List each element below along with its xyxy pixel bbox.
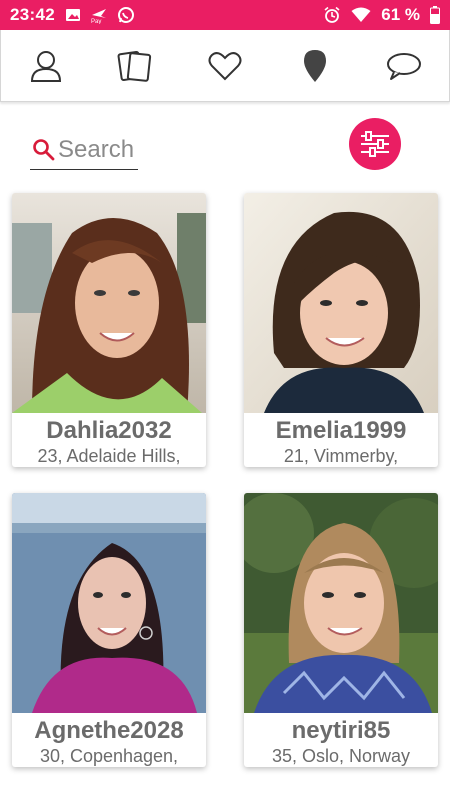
profile-name: neytiri85 [291,717,391,744]
battery-icon [430,6,440,24]
profile-photo [244,493,438,713]
profile-photo [244,193,438,413]
chat-bubble-icon [387,52,422,80]
image-icon [65,7,81,23]
profile-photo [12,193,206,413]
whatsapp-icon [117,6,135,24]
nav-messages-button[interactable] [374,36,434,96]
person-icon [30,50,61,82]
sliders-icon [361,131,389,157]
location-pin-icon [303,49,326,82]
profile-location: 21, Vimmerby, [283,446,399,466]
airline-pay-icon: Pay [89,6,109,24]
profile-location: 30, Copenhagen, [39,746,179,766]
cards-icon [117,50,152,82]
alarm-icon [323,6,341,24]
status-bar: 23:42 Pay 61 % [0,0,450,30]
filter-button[interactable] [349,118,401,170]
profile-location: 23, Adelaide Hills, [37,446,181,466]
status-time: 23:42 [10,5,55,24]
nav-favorites-button[interactable] [195,36,255,96]
heart-icon [208,51,242,80]
nav-profile-button[interactable] [16,36,76,96]
profile-card-dahlia[interactable]: Dahlia2032 23, Adelaide Hills, [12,193,206,467]
wifi-icon [351,7,371,23]
search-icon[interactable] [32,137,56,163]
profile-card-agnethe[interactable]: Agnethe2028 30, Copenhagen, [12,493,206,767]
profile-name: Dahlia2032 [46,417,172,444]
profile-card-neytiri[interactable]: neytiri85 35, Oslo, Norway [244,493,438,767]
profile-card-emelia[interactable]: Emelia1999 21, Vimmerby, [244,193,438,467]
nav-location-button[interactable] [285,36,345,96]
status-left-icons: Pay [65,6,135,24]
svg-text:Pay: Pay [91,19,101,24]
profile-photo [12,493,206,713]
nav-cards-button[interactable] [105,36,165,96]
status-right-icons: 61 % [323,5,440,25]
top-nav [0,30,450,102]
profile-location: 35, Oslo, Norway [271,746,411,766]
search-bar [30,130,138,170]
profile-name: Emelia1999 [275,417,407,444]
profile-name: Agnethe2028 [34,717,184,744]
battery-percent: 61 % [381,5,420,24]
search-input[interactable] [58,135,138,164]
